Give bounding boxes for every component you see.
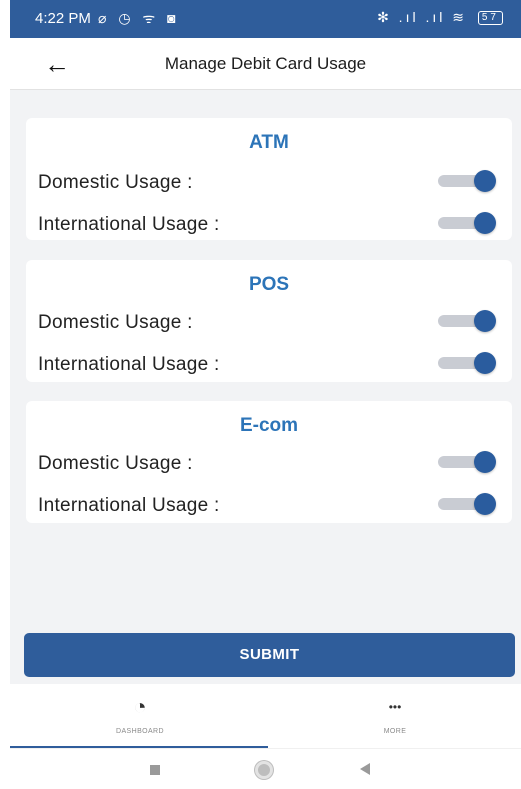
signal-wifi-icons: ✻ .ıl .ıl ≋ <box>377 9 467 25</box>
phone-screen: 4:22 PM ⌀ ◷ ᯤ ◙ ✻ .ıl .ıl ≋ 57 ← Manage … <box>10 0 521 789</box>
home-icon[interactable] <box>255 761 273 779</box>
bottom-nav: ◔ DASHBOARD ••• MORE <box>10 684 521 748</box>
recent-apps-icon[interactable] <box>150 765 160 775</box>
notification-icons: ⌀ ◷ ᯤ ◙ <box>98 10 180 26</box>
atm-international-label: International Usage : <box>38 214 220 235</box>
ecom-international-label: International Usage : <box>38 495 220 516</box>
section-title-pos: POS <box>248 274 290 295</box>
more-icon: ••• <box>388 700 402 714</box>
system-status-icons: ✻ .ıl .ıl ≋ 57 <box>377 9 503 26</box>
atm-international-toggle[interactable] <box>438 212 496 234</box>
atm-card: ATM Domestic Usage : International Usage… <box>26 118 512 240</box>
ecom-international-toggle[interactable] <box>438 493 496 515</box>
pos-international-toggle[interactable] <box>438 352 496 374</box>
pos-domestic-label: Domestic Usage : <box>38 312 193 333</box>
toggle-thumb <box>474 451 496 473</box>
nav-item-dashboard[interactable]: ◔ DASHBOARD <box>40 684 240 748</box>
toggle-thumb <box>474 170 496 192</box>
toggle-thumb <box>474 310 496 332</box>
submit-button[interactable]: SUBMIT <box>24 633 515 677</box>
page-title: Manage Debit Card Usage <box>164 54 367 73</box>
ecom-domestic-label: Domestic Usage : <box>38 453 193 474</box>
battery-icon: 57 <box>477 11 503 26</box>
toggle-thumb <box>474 352 496 374</box>
atm-domestic-label: Domestic Usage : <box>38 172 193 193</box>
dashboard-icon: ◔ <box>133 694 147 719</box>
system-back-icon[interactable] <box>360 763 370 775</box>
status-bar: 4:22 PM ⌀ ◷ ᯤ ◙ ✻ .ıl .ıl ≋ 57 <box>10 0 521 38</box>
nav-label-more: MORE <box>383 728 407 735</box>
section-title-ecom: E-com <box>239 415 299 436</box>
system-nav-bar <box>10 748 521 789</box>
nav-item-more[interactable]: ••• MORE <box>295 684 495 748</box>
pos-domestic-toggle[interactable] <box>438 310 496 332</box>
pos-card: POS Domestic Usage : International Usage… <box>26 260 512 382</box>
nav-label-dashboard: DASHBOARD <box>116 728 164 735</box>
toggle-thumb <box>474 493 496 515</box>
ecom-domestic-toggle[interactable] <box>438 451 496 473</box>
atm-domestic-toggle[interactable] <box>438 170 496 192</box>
section-title-atm: ATM <box>249 132 289 153</box>
app-header: ← Manage Debit Card Usage <box>10 38 521 90</box>
ecom-card: E-com Domestic Usage : International Usa… <box>26 401 512 523</box>
status-time: 4:22 PM <box>35 10 91 27</box>
toggle-thumb <box>474 212 496 234</box>
pos-international-label: International Usage : <box>38 354 220 375</box>
